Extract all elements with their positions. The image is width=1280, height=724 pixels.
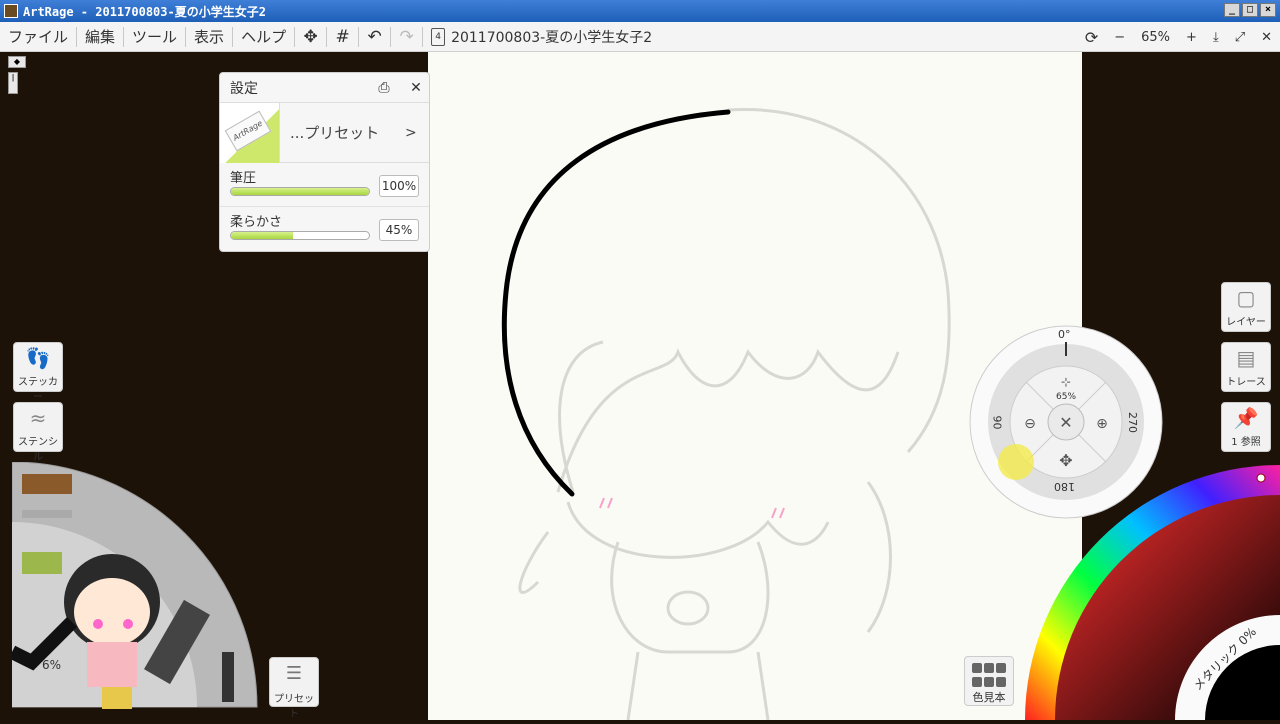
color-swatch-button[interactable]: 色見本: [964, 656, 1014, 706]
zoom-out-button[interactable]: −: [1106, 30, 1133, 45]
window-controls: _ □ ×: [1224, 3, 1276, 17]
document-tab[interactable]: 4 2011700803-夏の小学生女子2: [431, 27, 652, 47]
color-picker[interactable]: メタリック 0%: [1025, 462, 1280, 724]
reset-view-icon: ✕: [1059, 413, 1072, 432]
document-name: 2011700803-夏の小学生女子2: [451, 29, 653, 46]
trace-label: トレース: [1226, 377, 1266, 388]
zoom-fit-icon: ⊹: [1061, 375, 1071, 389]
paint-tube-icon[interactable]: [22, 552, 62, 574]
redo-icon[interactable]: ↷: [391, 26, 424, 47]
mini-controls: ◆ ǀ: [8, 56, 26, 98]
reference-label: 1 参照: [1231, 437, 1261, 448]
stencil-button[interactable]: ≈ ステンシル: [13, 402, 63, 463]
menu-tools[interactable]: ツール: [124, 26, 187, 47]
sticker-label: ステッカー: [18, 377, 58, 403]
preset-label: ...プリセット: [290, 124, 380, 142]
pencil-tool-icon[interactable]: [22, 510, 72, 518]
navigator-zoom: 65%: [1056, 392, 1077, 402]
settings-header: 設定 ⎙ ✕: [220, 73, 429, 103]
preset-selector[interactable]: ArtRage ...プリセット >: [220, 102, 429, 163]
softness-slider[interactable]: [230, 231, 370, 240]
trace-button[interactable]: ▤ トレース: [1221, 342, 1271, 392]
rotate-canvas-icon[interactable]: ⟳: [1077, 28, 1106, 47]
color-wheel: [1025, 465, 1280, 720]
menu-bar: ファイル 編集 ツール 表示 ヘルプ ✥ # ↶ ↷ 4 2011700803-…: [0, 22, 1280, 52]
footprint-icon: 👣: [25, 346, 51, 370]
menu-file[interactable]: ファイル: [0, 26, 78, 47]
settings-title: 設定: [230, 80, 258, 97]
close-window-button[interactable]: ×: [1260, 3, 1276, 17]
zoom-controls: ⟳ − 65% + ⤓ ⤢ ✕: [1077, 22, 1280, 52]
sticker-button[interactable]: 👣 ステッカー: [13, 342, 63, 403]
window-titlebar: ArtRage - 2011700803-夏の小学生女子2 _ □ ×: [0, 0, 1280, 22]
pressure-value[interactable]: 100%: [379, 175, 419, 197]
undo-icon[interactable]: ↶: [359, 26, 392, 47]
layer-icon: ▢: [1236, 286, 1256, 310]
reference-button[interactable]: 📌 1 参照: [1221, 402, 1271, 452]
maximize-button[interactable]: □: [1242, 3, 1258, 17]
tool-picker[interactable]: 6%: [8, 461, 262, 716]
close-panel-button[interactable]: ✕: [404, 78, 428, 98]
layer-label: レイヤー: [1226, 317, 1266, 328]
zoom-value: 65%: [1141, 29, 1171, 45]
softness-row: 柔らかさ 45%: [220, 207, 429, 251]
menu-edit[interactable]: 編集: [77, 26, 125, 47]
move-icon[interactable]: ✥: [295, 26, 328, 47]
artrage-app-icon: [4, 4, 18, 18]
zoom-in-button[interactable]: +: [1178, 30, 1205, 45]
tool-size-label: 6%: [42, 658, 62, 672]
hue-marker: [1256, 473, 1266, 483]
softness-label: 柔らかさ: [230, 215, 283, 230]
preset-button-label: プリセット: [274, 694, 314, 720]
menu-view[interactable]: 表示: [186, 26, 234, 47]
pen-tool-icon[interactable]: [222, 652, 234, 702]
view-toggle-icon[interactable]: ◆: [8, 56, 26, 68]
swatch-grid-icon: [965, 657, 1013, 689]
trace-icon: ▤: [1236, 346, 1256, 370]
close-document-button[interactable]: ✕: [1253, 30, 1280, 45]
stencil-label: ステンシル: [18, 437, 58, 463]
eraser-thumbnail: ArtRage: [220, 102, 280, 163]
stencil-icon: ≈: [29, 406, 47, 430]
zoom-out-icon: ⊖: [1024, 416, 1036, 432]
tool-picker-wheel: [8, 461, 258, 709]
preset-arrow-icon: >: [405, 124, 417, 141]
window-title: ArtRage - 2011700803-夏の小学生女子2: [23, 4, 266, 19]
menu-help[interactable]: ヘルプ: [233, 26, 296, 47]
angle-left: 90: [990, 415, 1004, 430]
pressure-label: 筆圧: [230, 171, 257, 186]
swatch-label: 色見本: [972, 691, 1006, 704]
sliders-icon: ☰: [285, 663, 303, 684]
minimize-button[interactable]: _: [1224, 3, 1240, 17]
vertical-slider-icon[interactable]: ǀ: [8, 72, 18, 94]
fullscreen-icon[interactable]: ⤢: [1227, 30, 1253, 45]
settings-panel: 設定 ⎙ ✕ ArtRage ...プリセット > 筆圧 100% 柔らかさ 4…: [219, 72, 430, 252]
zoom-in-icon: ⊕: [1096, 416, 1108, 432]
black-stroke: [501, 109, 731, 497]
softness-fill: [231, 232, 294, 239]
softness-value[interactable]: 45%: [379, 219, 419, 241]
brush-tool-icon[interactable]: [22, 474, 72, 494]
angle-top: 0°: [1058, 328, 1071, 341]
pressure-row: 筆圧 100%: [220, 163, 429, 207]
document-icon: 4: [431, 27, 446, 46]
grid-icon[interactable]: #: [327, 26, 360, 47]
preset-button[interactable]: ☰ プリセット: [269, 657, 319, 720]
pressure-slider[interactable]: [230, 187, 370, 196]
eraser-brand: ArtRage: [224, 110, 272, 151]
layer-button[interactable]: ▢ レイヤー: [1221, 282, 1271, 332]
pin-icon[interactable]: ⎙: [372, 78, 396, 98]
pressure-fill: [231, 188, 369, 195]
pushpin-icon: 📌: [1233, 406, 1259, 430]
angle-right: 270: [1126, 412, 1139, 433]
download-icon[interactable]: ⤓: [1205, 30, 1227, 45]
